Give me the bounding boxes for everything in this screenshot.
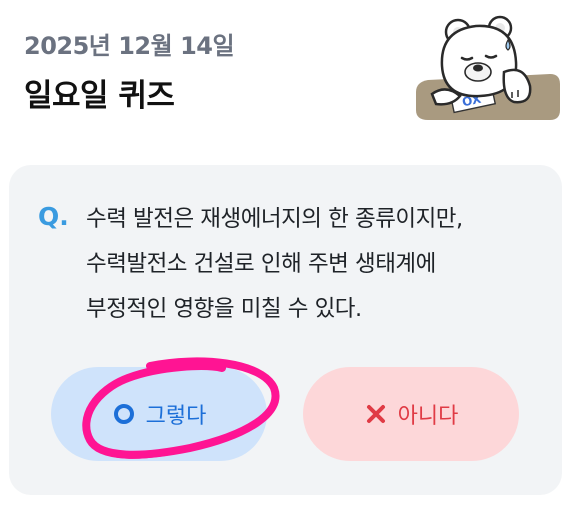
page-title: 일요일 퀴즈 — [24, 78, 175, 114]
question-text: 수력 발전은 재생에너지의 한 종류이지만, 수력발전소 건설로 인해 주변 생… — [86, 197, 536, 332]
yes-answer-button[interactable]: 그렇다 — [51, 367, 267, 461]
yes-answer-label: 그렇다 — [145, 404, 207, 429]
question-marker: Q. — [38, 202, 69, 231]
no-answer-label: 아니다 — [397, 404, 459, 429]
question-line: 수력발전소 건설로 인해 주변 생태계에 — [86, 251, 436, 277]
question-line: 부정적인 영향을 미칠 수 있다. — [86, 296, 362, 322]
date-label: 2025년 12월 14일 — [24, 32, 235, 60]
no-answer-button[interactable]: 아니다 — [303, 367, 519, 461]
sleepy-bear-icon: OX — [416, 15, 560, 120]
question-line: 수력 발전은 재생에너지의 한 종류이지만, — [86, 206, 463, 232]
x-mark-icon — [366, 405, 385, 423]
circle-o-icon — [113, 404, 134, 424]
